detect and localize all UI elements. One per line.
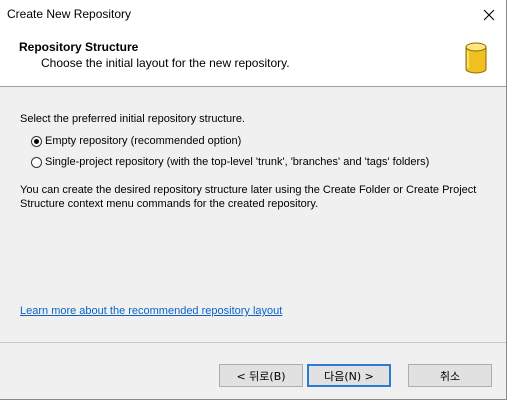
back-button[interactable]: < 뒤로(B) — [219, 364, 303, 387]
wizard-body: Select the preferred initial repository … — [0, 87, 506, 342]
close-button[interactable] — [472, 0, 506, 29]
option-empty-label: Empty repository (recommended option) — [45, 135, 242, 147]
structure-prompt: Select the preferred initial repository … — [20, 113, 245, 125]
cancel-button[interactable]: 취소 — [408, 364, 492, 387]
close-icon — [483, 9, 495, 20]
info-text: You can create the desired repository st… — [20, 184, 477, 210]
next-button[interactable]: 다음(N) > — [307, 364, 391, 387]
title-bar: Create New Repository — [0, 0, 506, 29]
create-repository-dialog: Create New Repository Repository Structu… — [0, 0, 507, 400]
option-empty-repository[interactable]: Empty repository (recommended option) — [31, 135, 241, 147]
window-title: Create New Repository — [7, 7, 132, 21]
database-icon — [465, 42, 487, 74]
option-single-project[interactable]: Single-project repository (with the top-… — [31, 156, 429, 168]
option-single-label: Single-project repository (with the top-… — [45, 156, 430, 168]
header-title: Repository Structure — [19, 40, 139, 54]
wizard-header: Repository Structure Choose the initial … — [0, 29, 506, 87]
radio-button-checked[interactable] — [31, 135, 42, 147]
learn-more-link[interactable]: Learn more about the recommended reposit… — [20, 305, 282, 317]
header-subtitle: Choose the initial layout for the new re… — [41, 56, 290, 70]
radio-button-unchecked[interactable] — [31, 156, 42, 168]
footer-divider — [0, 342, 506, 343]
